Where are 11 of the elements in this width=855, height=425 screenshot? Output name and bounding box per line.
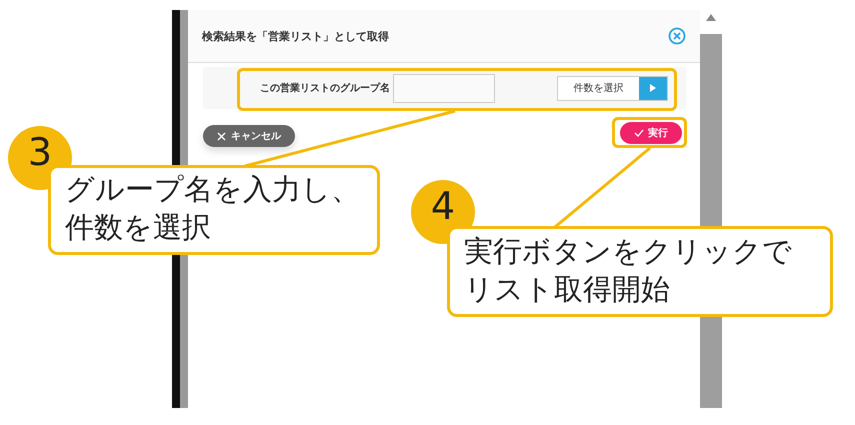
cancel-button[interactable]: キャンセル [203, 125, 295, 147]
close-icon [217, 132, 226, 140]
close-icon[interactable] [668, 27, 686, 45]
check-icon [634, 129, 644, 137]
play-icon [650, 84, 656, 92]
dialog-title: 検索結果を「営業リスト」として取得 [202, 28, 389, 44]
run-button[interactable]: 実行 [620, 122, 682, 144]
scroll-up-icon[interactable] [706, 14, 716, 21]
group-name-field[interactable] [393, 74, 495, 102]
group-name-label: この営業リストのグループ名 [260, 81, 390, 95]
count-select[interactable]: 件数を選択 [557, 76, 668, 100]
